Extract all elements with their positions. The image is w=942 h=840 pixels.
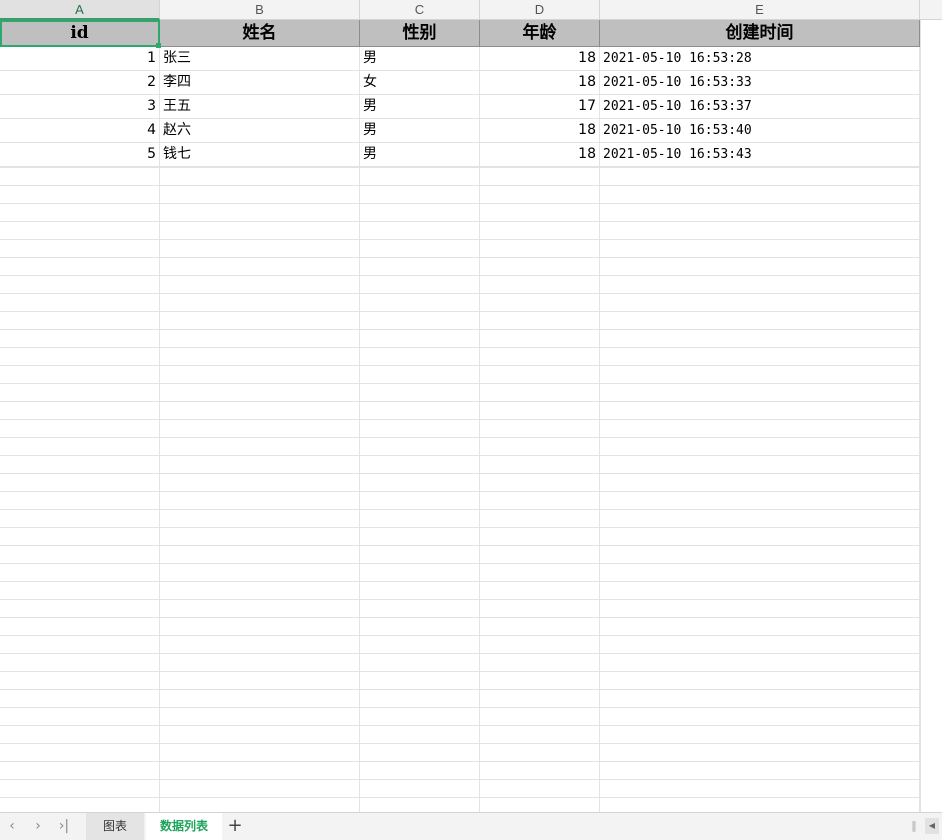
grid-row-line — [0, 347, 920, 348]
grid-row-line — [0, 653, 920, 654]
grid-row-line — [0, 293, 920, 294]
grid-row-line — [0, 311, 920, 312]
scroll-grip-icon[interactable]: ‖ — [905, 819, 923, 833]
grid-row-line — [0, 455, 920, 456]
cell-age[interactable]: 18 — [480, 47, 600, 71]
grid-row-line — [0, 689, 920, 690]
grid-row-line — [0, 671, 920, 672]
scroll-left-icon[interactable]: ◀ — [925, 818, 939, 834]
grid-row-line — [0, 167, 920, 168]
cell-gender[interactable]: 男 — [360, 95, 480, 119]
header-cell-id[interactable]: id — [0, 20, 160, 47]
grid-row-line — [0, 725, 920, 726]
sheet-tab-data-list[interactable]: 数据列表 — [146, 813, 222, 840]
grid-row-line — [0, 221, 920, 222]
add-sheet-icon[interactable]: + — [224, 813, 246, 840]
cell-name[interactable]: 王五 — [160, 95, 360, 119]
cell-gender[interactable]: 男 — [360, 47, 480, 71]
next-sheet-icon[interactable]: › — [26, 813, 50, 840]
cell-age[interactable]: 18 — [480, 119, 600, 143]
cell-created[interactable]: 2021-05-10 16:53:33 — [600, 71, 920, 95]
column-header-b[interactable]: B — [160, 0, 360, 20]
grid-row-line — [0, 581, 920, 582]
cell-gender[interactable]: 女 — [360, 71, 480, 95]
sheet-tab-chart[interactable]: 图表 — [86, 813, 144, 840]
grid-row-line — [0, 779, 920, 780]
grid-row-line — [0, 473, 920, 474]
cell-age[interactable]: 17 — [480, 95, 600, 119]
header-cell-created[interactable]: 创建时间 — [600, 20, 920, 47]
grid-column-line — [479, 47, 480, 812]
sheet-tab-bar: ‹ › ›| 图表 数据列表 + ‖ ◀ — [0, 812, 942, 840]
cell-gender[interactable]: 男 — [360, 119, 480, 143]
grid-row-line — [0, 509, 920, 510]
cell-id[interactable]: 4 — [0, 119, 160, 143]
cell-id[interactable]: 3 — [0, 95, 160, 119]
grid-row-line — [0, 239, 920, 240]
grid-row-line — [0, 761, 920, 762]
fill-handle[interactable] — [156, 43, 161, 48]
header-cell-gender[interactable]: 性别 — [360, 20, 480, 47]
grid-row-line — [0, 617, 920, 618]
column-header-d[interactable]: D — [480, 0, 600, 20]
grid-row-line — [0, 365, 920, 366]
grid-row-line — [0, 185, 920, 186]
grid-row-line — [0, 275, 920, 276]
header-cell-name[interactable]: 姓名 — [160, 20, 360, 47]
grid-row-line — [0, 383, 920, 384]
grid-column-line — [599, 47, 600, 812]
grid-row-line — [0, 203, 920, 204]
column-header-filler — [920, 0, 942, 20]
column-header-e[interactable]: E — [600, 0, 920, 20]
cell-created[interactable]: 2021-05-10 16:53:43 — [600, 143, 920, 167]
grid-row-line — [0, 743, 920, 744]
grid-row-line — [0, 419, 920, 420]
grid-row-line — [0, 437, 920, 438]
grid-row-line — [0, 527, 920, 528]
grid-row-line — [0, 491, 920, 492]
grid-column-line — [359, 47, 360, 812]
grid-row-line — [0, 797, 920, 798]
cell-age[interactable]: 18 — [480, 71, 600, 95]
right-gutter — [920, 20, 942, 812]
prev-sheet-icon[interactable]: ‹ — [0, 813, 24, 840]
grid-row-line — [0, 599, 920, 600]
cell-created[interactable]: 2021-05-10 16:53:40 — [600, 119, 920, 143]
grid-row-line — [0, 707, 920, 708]
last-sheet-icon[interactable]: ›| — [52, 813, 76, 840]
grid-row-line — [0, 563, 920, 564]
grid-row-line — [0, 257, 920, 258]
cell-id[interactable]: 1 — [0, 47, 160, 71]
grid-row-line — [0, 329, 920, 330]
column-header-a[interactable]: A — [0, 0, 160, 20]
cell-name[interactable]: 赵六 — [160, 119, 360, 143]
grid-row-line — [0, 635, 920, 636]
cell-name[interactable]: 张三 — [160, 47, 360, 71]
cell-gender[interactable]: 男 — [360, 143, 480, 167]
cell-created[interactable]: 2021-05-10 16:53:37 — [600, 95, 920, 119]
grid-row-line — [0, 545, 920, 546]
cell-name[interactable]: 李四 — [160, 71, 360, 95]
grid-row-line — [0, 401, 920, 402]
cell-name[interactable]: 钱七 — [160, 143, 360, 167]
grid-column-line — [159, 47, 160, 812]
spreadsheet-grid[interactable]: A B C D E id 姓名 性别 年龄 创建时间 1 张三 男 18 202… — [0, 0, 942, 812]
cell-id[interactable]: 2 — [0, 71, 160, 95]
column-header-c[interactable]: C — [360, 0, 480, 20]
cell-id[interactable]: 5 — [0, 143, 160, 167]
header-cell-age[interactable]: 年龄 — [480, 20, 600, 47]
cell-age[interactable]: 18 — [480, 143, 600, 167]
cell-created[interactable]: 2021-05-10 16:53:28 — [600, 47, 920, 71]
